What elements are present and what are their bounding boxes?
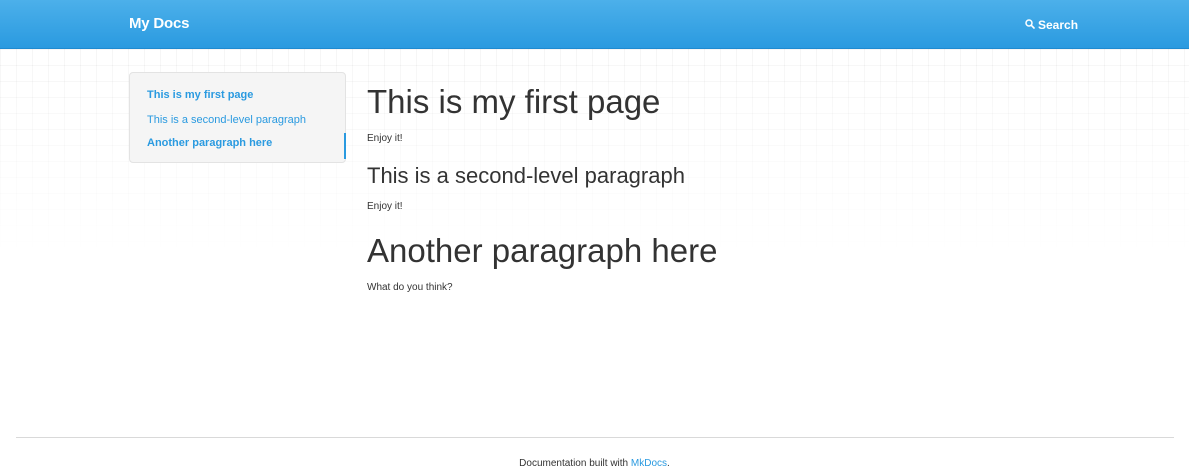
toc-item-another-paragraph[interactable]: Another paragraph here	[147, 137, 272, 149]
search-button[interactable]: Search	[1025, 18, 1078, 32]
section-heading-second-level-paragraph: This is a second-level paragraph	[367, 163, 685, 188]
toc-item-first-page[interactable]: This is my first page	[147, 89, 253, 101]
site-brand-link[interactable]: My Docs	[129, 15, 189, 32]
footer: Documentation built with MkDocs.	[0, 458, 1189, 469]
section-text: What do you think?	[367, 282, 453, 293]
table-of-contents: This is my first page This is a second-l…	[129, 72, 346, 163]
section-text: Enjoy it!	[367, 201, 403, 212]
section-heading-another-paragraph: Another paragraph here	[367, 232, 718, 269]
toc-active-marker	[344, 133, 346, 159]
footer-divider	[16, 437, 1174, 438]
mkdocs-link[interactable]: MkDocs	[631, 458, 667, 469]
footer-suffix: .	[667, 458, 670, 469]
toc-item-second-level-paragraph[interactable]: This is a second-level paragraph	[147, 114, 306, 126]
section-text: Enjoy it!	[367, 133, 403, 144]
top-navbar: My Docs Search	[0, 0, 1189, 49]
section-heading-first-page: This is my first page	[367, 83, 661, 120]
search-label: Search	[1038, 18, 1079, 32]
footer-prefix: Documentation built with	[519, 458, 631, 469]
search-icon	[1025, 18, 1038, 32]
